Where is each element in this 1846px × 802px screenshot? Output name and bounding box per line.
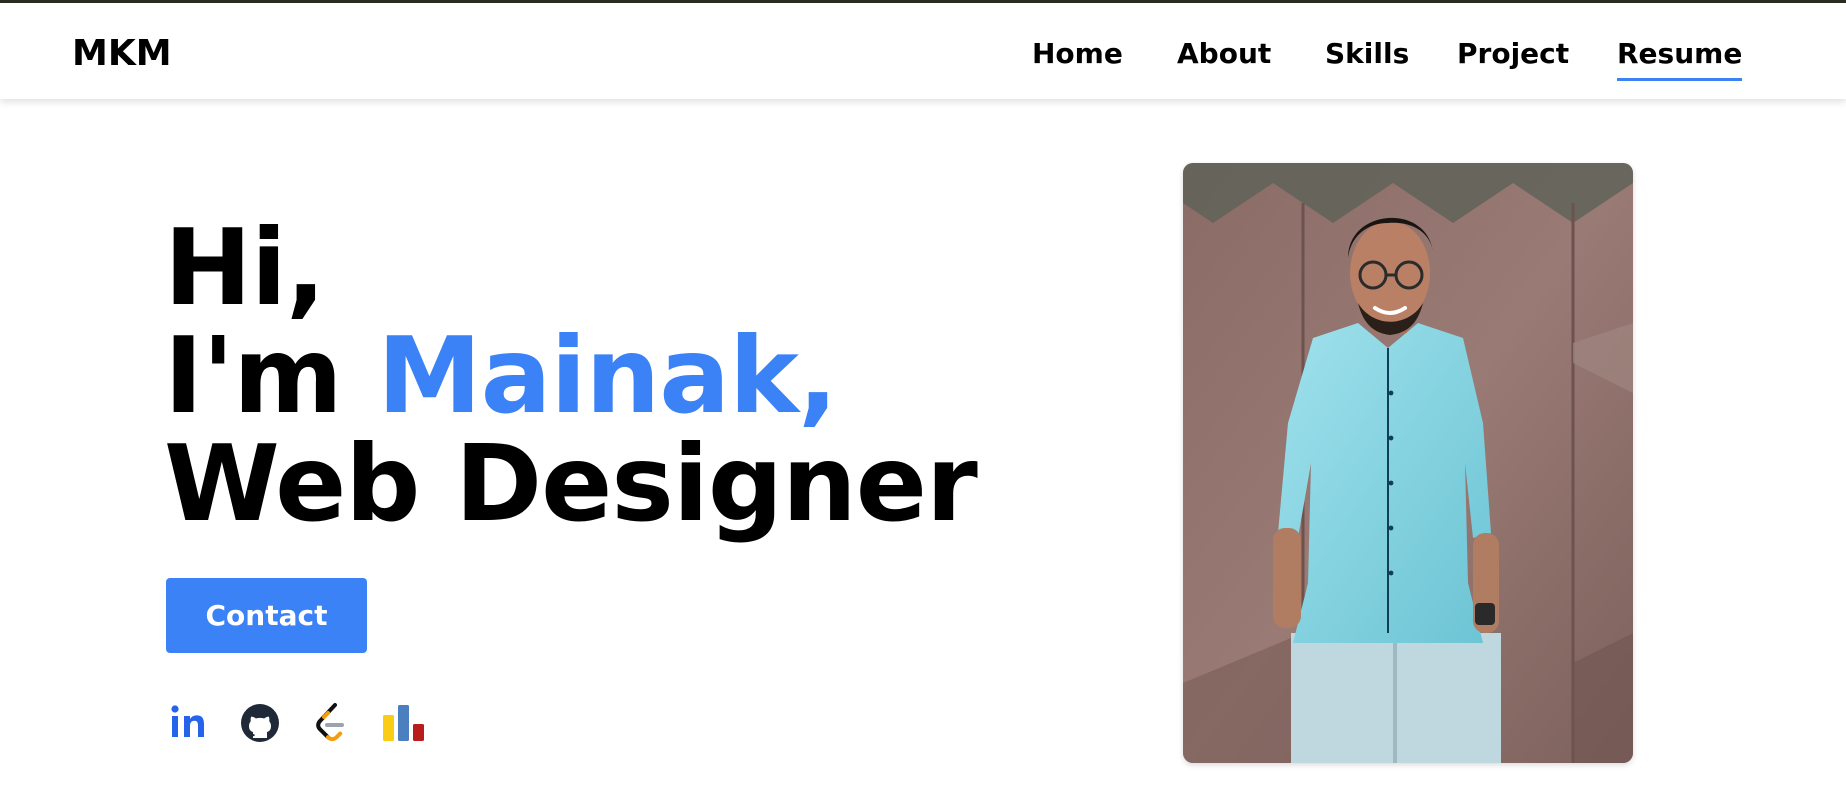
nav-resume[interactable]: Resume <box>1617 37 1743 81</box>
nav-project[interactable]: Project <box>1457 37 1569 70</box>
nav-home[interactable]: Home <box>1032 37 1123 70</box>
contact-button[interactable]: Contact <box>166 578 367 653</box>
hero-name: Mainak, <box>377 315 838 437</box>
profile-photo-image <box>1183 163 1633 763</box>
codechef-link[interactable] <box>379 700 425 746</box>
linkedin-link[interactable] <box>166 700 212 746</box>
greeting-line: Hi, <box>164 207 326 329</box>
intro-prefix: I'm <box>164 315 378 437</box>
profile-photo <box>1183 163 1633 763</box>
nav-about[interactable]: About <box>1177 37 1271 70</box>
github-link[interactable] <box>237 700 283 746</box>
nav-skills[interactable]: Skills <box>1325 37 1409 70</box>
leetcode-link[interactable] <box>308 700 354 746</box>
github-icon <box>241 704 279 742</box>
role-line: Web Designer <box>164 423 978 545</box>
intro-line: I'm Mainak, <box>164 322 977 430</box>
codechef-stats-icon <box>383 705 424 741</box>
linkedin-icon <box>171 705 204 737</box>
site-header: MKM Home About Skills Project Resume <box>0 3 1846 99</box>
hero-heading: Hi, I'm Mainak, Web Designer <box>164 207 978 545</box>
leetcode-icon <box>316 703 344 742</box>
site-logo[interactable]: MKM <box>72 33 172 74</box>
